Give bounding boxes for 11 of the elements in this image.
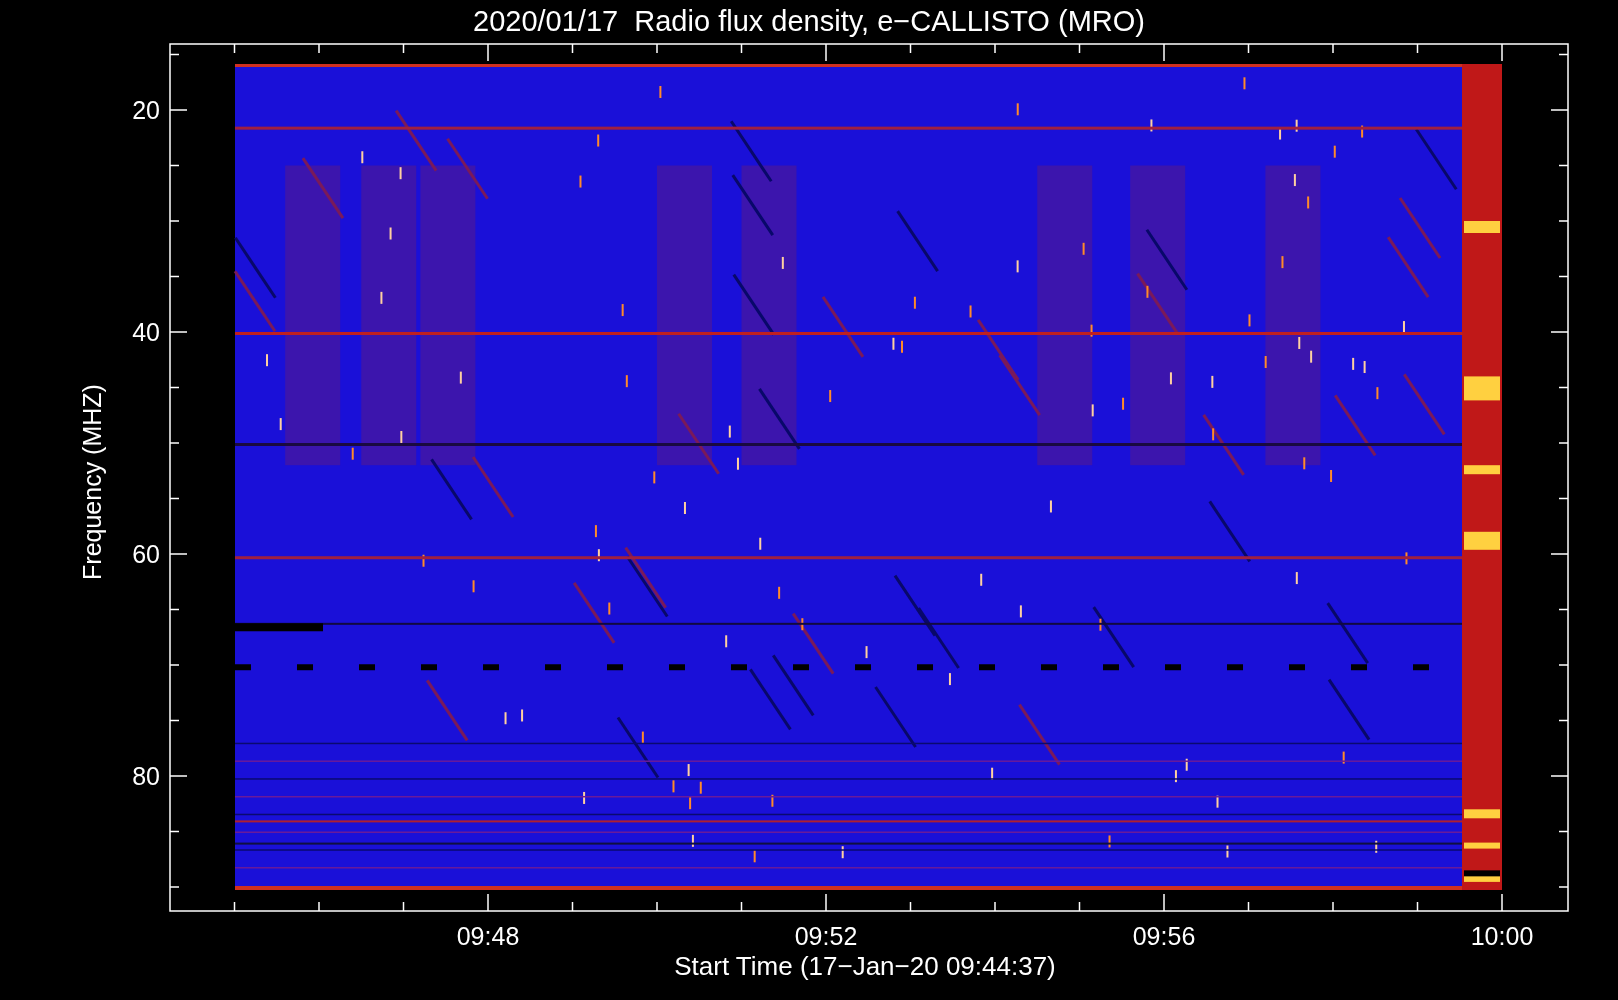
y-tick-label: 60 <box>132 540 160 568</box>
y-axis-label: Frequency (MHZ) <box>78 384 106 580</box>
x-tick-label: 09:48 <box>456 922 520 950</box>
x-tick-label: 10:00 <box>1470 922 1534 950</box>
y-tick-label: 40 <box>132 318 160 346</box>
y-tick-label: 80 <box>132 762 160 790</box>
x-tick-label: 09:52 <box>794 922 858 950</box>
chart-title: 2020/01/17 Radio flux density, e−CALLISTO (MRO) <box>473 5 1145 37</box>
x-tick-label: 09:56 <box>1132 922 1196 950</box>
x-axis-label: Start Time (17−Jan−20 09:44:37) <box>674 951 1056 981</box>
y-tick-label: 20 <box>132 96 160 124</box>
